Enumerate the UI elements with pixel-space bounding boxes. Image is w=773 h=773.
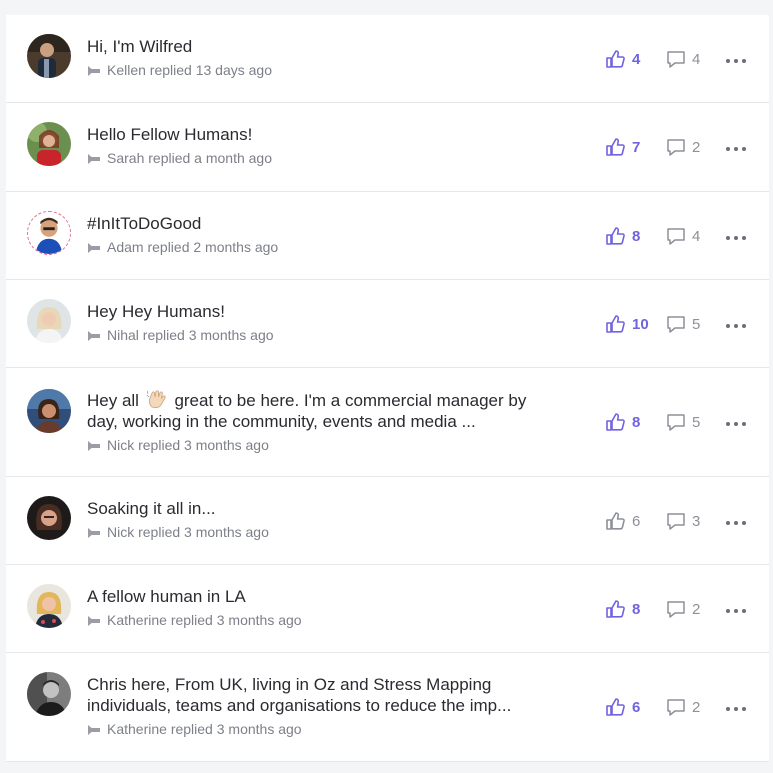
like-count: 4	[632, 50, 641, 68]
discussion-row[interactable]: Hey all great to be here. I'm a commerci…	[6, 368, 769, 477]
thumbs-up-icon	[606, 413, 625, 431]
reply-arrow-icon	[88, 242, 100, 253]
like-count: 8	[632, 413, 641, 431]
avatar[interactable]	[27, 496, 71, 540]
avatar[interactable]	[27, 389, 71, 433]
like-button[interactable]: 7	[606, 138, 640, 156]
more-options-button[interactable]	[726, 704, 746, 714]
discussion-row[interactable]: #InItToDoGood Adam replied 2 months ago …	[6, 192, 769, 280]
comment-icon	[667, 601, 685, 618]
like-button[interactable]: 8	[606, 600, 640, 618]
avatar[interactable]	[27, 34, 71, 78]
comment-count: 5	[692, 413, 701, 431]
comment-icon	[667, 139, 685, 156]
like-button[interactable]: 4	[606, 50, 640, 68]
comment-icon	[667, 316, 685, 333]
reply-arrow-icon	[88, 65, 100, 76]
more-options-button[interactable]	[726, 419, 746, 429]
avatar[interactable]	[27, 211, 71, 255]
reply-meta: Adam replied 2 months ago	[107, 239, 279, 255]
reply-arrow-icon	[88, 153, 100, 164]
comment-icon	[667, 228, 685, 245]
post-title[interactable]: #InItToDoGood	[87, 213, 529, 234]
comment-icon	[667, 513, 685, 530]
discussion-list: Hi, I'm Wilfred Kellen replied 13 days a…	[6, 15, 769, 762]
like-count: 6	[632, 512, 641, 530]
comment-icon	[667, 51, 685, 68]
comment-button[interactable]: 2	[666, 600, 700, 618]
discussion-row[interactable]: Soaking it all in... Nick replied 3 mont…	[6, 477, 769, 565]
more-options-button[interactable]	[726, 56, 746, 66]
comment-count: 3	[692, 512, 701, 530]
like-count: 6	[632, 698, 641, 716]
waving-hand-icon	[146, 390, 166, 409]
discussion-row[interactable]: Hello Fellow Humans! Sarah replied a mon…	[6, 103, 769, 192]
like-count: 8	[632, 227, 641, 245]
more-options-button[interactable]	[726, 144, 746, 154]
post-title[interactable]: Soaking it all in...	[87, 498, 529, 519]
like-button[interactable]: 6	[606, 698, 640, 716]
post-title[interactable]: Hey all great to be here. I'm a commerci…	[87, 389, 529, 432]
discussion-row[interactable]: A fellow human in LA Katherine replied 3…	[6, 565, 769, 653]
comment-icon	[667, 699, 685, 716]
post-title[interactable]: A fellow human in LA	[87, 586, 529, 607]
more-options-button[interactable]	[726, 606, 746, 616]
like-count: 8	[632, 600, 641, 618]
comment-count: 2	[692, 600, 701, 618]
reply-arrow-icon	[88, 527, 100, 538]
more-options-button[interactable]	[726, 321, 746, 331]
like-button[interactable]: 6	[606, 512, 640, 530]
comment-button[interactable]: 2	[666, 698, 700, 716]
like-button[interactable]: 8	[606, 227, 640, 245]
reply-arrow-icon	[88, 724, 100, 735]
reply-meta: Sarah replied a month ago	[107, 150, 272, 166]
like-button[interactable]: 10	[606, 315, 649, 333]
avatar[interactable]	[27, 672, 71, 716]
thumbs-up-icon	[606, 315, 625, 333]
reply-meta: Kellen replied 13 days ago	[107, 62, 273, 78]
reply-meta: Nick replied 3 months ago	[107, 524, 269, 540]
reply-arrow-icon	[88, 440, 100, 451]
like-count: 10	[632, 315, 649, 333]
thumbs-up-icon	[606, 138, 625, 156]
more-options-button[interactable]	[726, 518, 746, 528]
post-title[interactable]: Hi, I'm Wilfred	[87, 36, 529, 57]
thumbs-up-icon	[606, 698, 625, 716]
reply-meta: Nihal replied 3 months ago	[107, 327, 274, 343]
thumbs-up-icon	[606, 50, 625, 68]
comment-count: 5	[692, 315, 701, 333]
reply-arrow-icon	[88, 330, 100, 341]
avatar[interactable]	[27, 584, 71, 628]
post-title[interactable]: Hello Fellow Humans!	[87, 124, 529, 145]
comment-button[interactable]: 4	[666, 227, 700, 245]
comment-count: 2	[692, 698, 701, 716]
title-text-start: Hey all	[87, 391, 139, 410]
comment-button[interactable]: 5	[666, 413, 700, 431]
thumbs-up-icon	[606, 512, 625, 530]
comment-button[interactable]: 2	[666, 138, 700, 156]
thumbs-up-icon	[606, 600, 625, 618]
reply-meta: Katherine replied 3 months ago	[107, 612, 302, 628]
discussion-row[interactable]: Chris here, From UK, living in Oz and St…	[6, 653, 769, 762]
comment-count: 4	[692, 227, 701, 245]
like-count: 7	[632, 138, 641, 156]
discussion-row[interactable]: Hey Hey Humans! Nihal replied 3 months a…	[6, 280, 769, 368]
comment-button[interactable]: 4	[666, 50, 700, 68]
reply-meta: Katherine replied 3 months ago	[107, 721, 302, 737]
avatar[interactable]	[27, 122, 71, 166]
discussion-row[interactable]: Hi, I'm Wilfred Kellen replied 13 days a…	[6, 15, 769, 103]
like-button[interactable]: 8	[606, 413, 640, 431]
comment-count: 4	[692, 50, 701, 68]
comment-button[interactable]: 5	[666, 315, 700, 333]
comment-button[interactable]: 3	[666, 512, 700, 530]
reply-arrow-icon	[88, 615, 100, 626]
comment-count: 2	[692, 138, 701, 156]
thumbs-up-icon	[606, 227, 625, 245]
avatar[interactable]	[27, 299, 71, 343]
comment-icon	[667, 414, 685, 431]
post-title[interactable]: Chris here, From UK, living in Oz and St…	[87, 674, 529, 716]
more-options-button[interactable]	[726, 233, 746, 243]
reply-meta: Nick replied 3 months ago	[107, 437, 269, 453]
post-title[interactable]: Hey Hey Humans!	[87, 301, 529, 322]
